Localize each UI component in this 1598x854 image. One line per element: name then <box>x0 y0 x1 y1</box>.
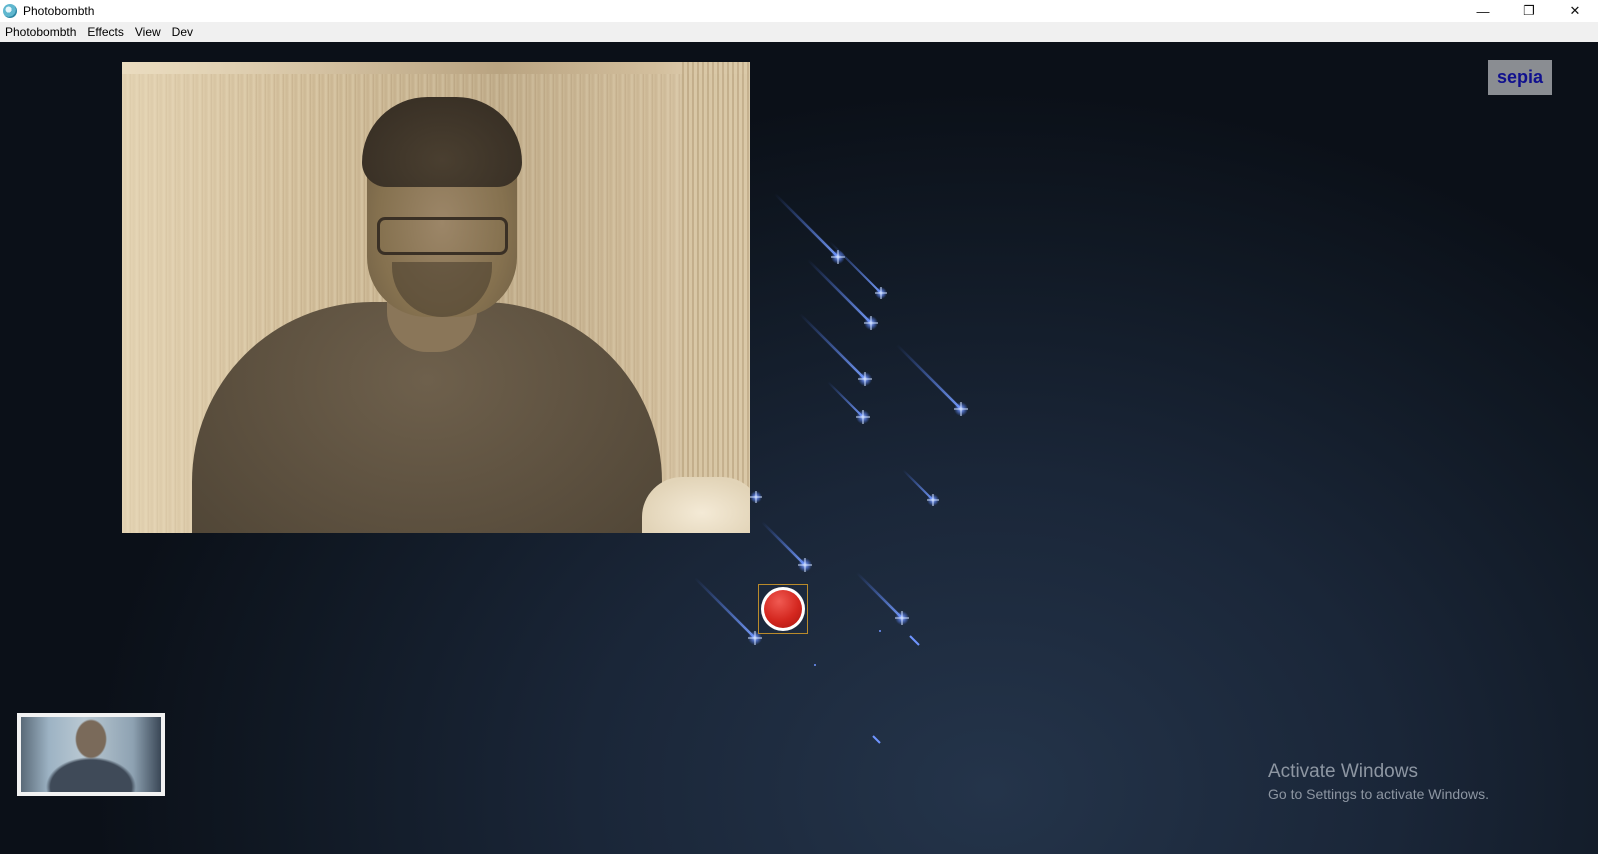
thumbnail-image <box>21 717 161 792</box>
main-canvas: sepia Activate Windows Go to Settings to… <box>0 42 1598 854</box>
minimize-icon: — <box>1476 3 1490 19</box>
title-bar: Photobombth — ❐ ✕ <box>0 0 1598 22</box>
app-icon <box>3 4 17 18</box>
record-icon <box>761 587 805 631</box>
star-streak <box>694 577 762 645</box>
menu-bar: Photobombth Effects View Dev <box>0 22 1598 43</box>
watermark-title: Activate Windows <box>1268 761 1418 782</box>
star-streak <box>872 735 881 744</box>
menu-dev[interactable]: Dev <box>167 25 199 39</box>
record-button[interactable] <box>758 584 808 634</box>
close-button[interactable]: ✕ <box>1552 0 1598 22</box>
photo-thumbnail[interactable] <box>17 713 165 796</box>
webcam-preview <box>122 62 750 533</box>
activate-windows-watermark: Activate Windows Go to Settings to activ… <box>1268 761 1489 802</box>
window-controls: — ❐ ✕ <box>1460 0 1598 22</box>
star-streak <box>829 241 887 299</box>
window-title: Photobombth <box>23 4 95 18</box>
minimize-button[interactable]: — <box>1460 0 1506 22</box>
star-streak <box>909 635 920 646</box>
app-window: Photobombth — ❐ ✕ Photobombth Effects Vi… <box>0 0 1598 854</box>
menu-photobombth[interactable]: Photobombth <box>0 25 82 39</box>
watermark-subtitle: Go to Settings to activate Windows. <box>1268 786 1489 802</box>
menu-view[interactable]: View <box>130 25 167 39</box>
star-streak <box>799 313 872 386</box>
star-streak <box>896 344 968 416</box>
star-streak <box>807 259 878 330</box>
star-dot <box>814 664 816 666</box>
glasses-shape <box>377 217 508 255</box>
filter-button[interactable]: sepia <box>1488 60 1552 95</box>
star-streak <box>827 381 870 424</box>
restore-icon: ❐ <box>1523 3 1535 18</box>
menu-effects[interactable]: Effects <box>82 25 129 39</box>
star-streak <box>774 193 845 264</box>
star-streak <box>856 572 909 625</box>
star-dot <box>879 630 881 632</box>
star-streak <box>750 491 762 503</box>
close-icon: ✕ <box>1569 3 1581 18</box>
maximize-button[interactable]: ❐ <box>1506 0 1552 22</box>
star-streak <box>761 521 812 572</box>
star-streak <box>902 469 939 506</box>
